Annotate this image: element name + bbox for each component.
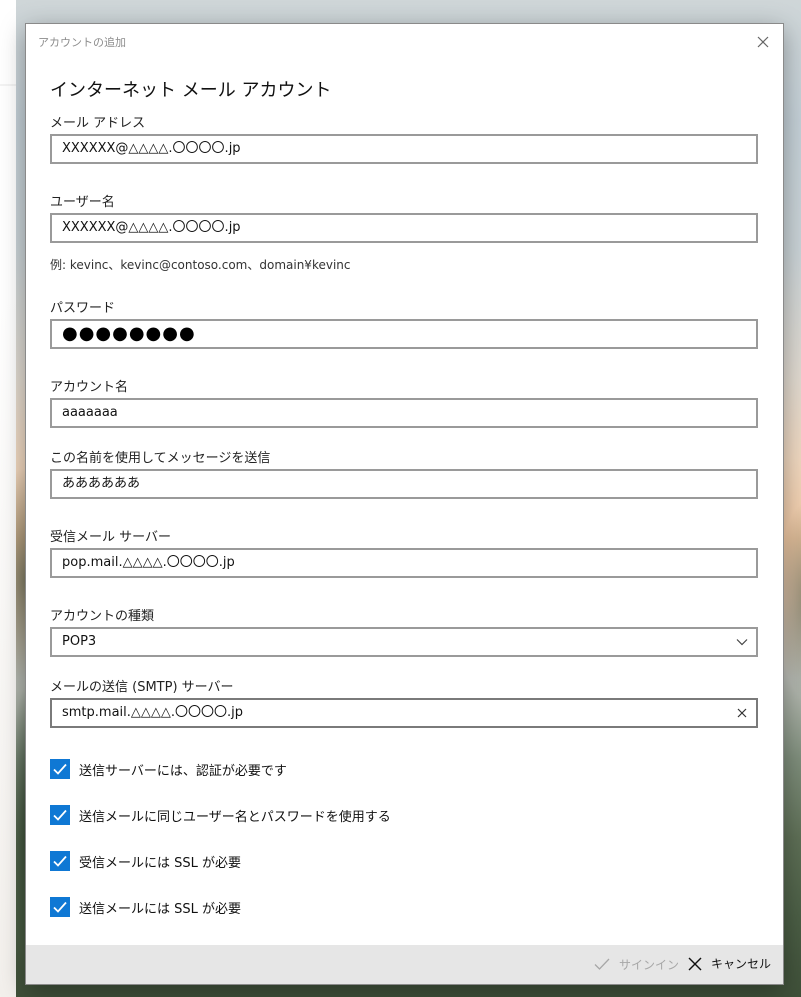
- sender-name-label: この名前を使用してメッセージを送信: [50, 451, 271, 466]
- same-credentials-checkbox[interactable]: [50, 805, 70, 825]
- email-label: メール アドレス: [50, 116, 146, 131]
- checkmark-icon: [53, 763, 67, 775]
- checkmark-icon: [594, 958, 610, 970]
- dialog-heading: インターネット メール アカウント: [50, 80, 332, 101]
- chevron-down-icon: [736, 639, 748, 646]
- outgoing-auth-label: 送信サーバーには、認証が必要です: [79, 763, 287, 779]
- account-name-label: アカウント名: [50, 380, 129, 395]
- email-value: XXXXXX@△△△△.〇〇〇〇.jp: [62, 141, 241, 156]
- account-type-label: アカウントの種類: [50, 609, 155, 624]
- account-type-value: POP3: [62, 634, 97, 649]
- smtp-server-label: メールの送信 (SMTP) サーバー: [50, 680, 234, 695]
- account-type-select[interactable]: POP3: [50, 627, 758, 657]
- checkbox-row-same-credentials[interactable]: 送信メールに同じユーザー名とパスワードを使用する: [50, 804, 391, 826]
- account-name-input[interactable]: aaaaaaa: [50, 398, 758, 428]
- close-icon: [688, 957, 702, 970]
- checkmark-icon: [53, 901, 67, 913]
- password-input[interactable]: ●●●●●●●●: [50, 319, 758, 349]
- signin-label: サインイン: [618, 957, 679, 972]
- incoming-ssl-label: 受信メールには SSL が必要: [79, 855, 242, 871]
- username-hint: 例: kevinc、kevinc@contoso.com、domain¥kevi…: [50, 258, 351, 272]
- sender-name-input[interactable]: ああああああ: [50, 469, 758, 499]
- checkbox-row-incoming-ssl[interactable]: 受信メールには SSL が必要: [50, 850, 241, 872]
- close-icon: [757, 36, 769, 48]
- add-account-dialog: アカウントの追加 インターネット メール アカウント メール アドレス XXXX…: [26, 24, 783, 984]
- dialog-footer: サインイン キャンセル: [26, 945, 783, 984]
- password-label: パスワード: [50, 301, 116, 316]
- account-name-value: aaaaaaa: [62, 405, 118, 420]
- title-bar: アカウントの追加: [26, 24, 783, 58]
- incoming-server-value: pop.mail.△△△△.〇〇〇〇.jp: [62, 555, 235, 570]
- clear-icon[interactable]: [736, 707, 748, 719]
- email-input[interactable]: XXXXXX@△△△△.〇〇〇〇.jp: [50, 134, 758, 164]
- password-value: ●●●●●●●●: [62, 323, 196, 344]
- smtp-server-input[interactable]: smtp.mail.△△△△.〇〇〇〇.jp: [50, 698, 758, 728]
- username-label: ユーザー名: [50, 195, 115, 210]
- close-button[interactable]: [753, 32, 773, 52]
- same-credentials-label: 送信メールに同じユーザー名とパスワードを使用する: [79, 809, 391, 825]
- outgoing-auth-checkbox[interactable]: [50, 759, 70, 779]
- checkmark-icon: [53, 809, 67, 821]
- username-input[interactable]: XXXXXX@△△△△.〇〇〇〇.jp: [50, 213, 758, 243]
- smtp-server-value: smtp.mail.△△△△.〇〇〇〇.jp: [62, 705, 244, 720]
- incoming-ssl-checkbox[interactable]: [50, 851, 70, 871]
- cancel-label: キャンセル: [710, 957, 771, 971]
- username-value: XXXXXX@△△△△.〇〇〇〇.jp: [62, 220, 241, 235]
- checkbox-row-outgoing-ssl[interactable]: 送信メールには SSL が必要: [50, 896, 241, 918]
- incoming-server-input[interactable]: pop.mail.△△△△.〇〇〇〇.jp: [50, 548, 758, 578]
- window-title: アカウントの追加: [38, 36, 126, 49]
- outgoing-ssl-checkbox[interactable]: [50, 897, 70, 917]
- sender-name-value: ああああああ: [62, 476, 141, 491]
- incoming-server-label: 受信メール サーバー: [50, 530, 172, 545]
- checkmark-icon: [53, 855, 67, 867]
- signin-button[interactable]: サインイン: [593, 955, 679, 973]
- cancel-button[interactable]: キャンセル: [687, 955, 771, 972]
- checkbox-row-outgoing-auth[interactable]: 送信サーバーには、認証が必要です: [50, 758, 287, 780]
- outgoing-ssl-label: 送信メールには SSL が必要: [79, 901, 242, 917]
